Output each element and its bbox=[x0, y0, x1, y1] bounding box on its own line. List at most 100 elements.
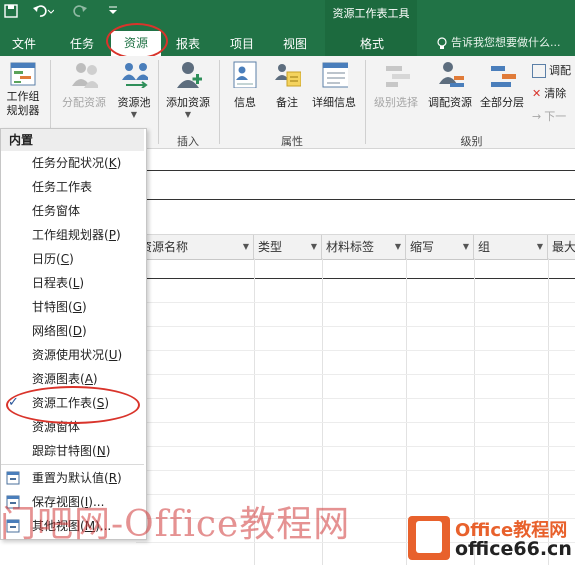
column-header-max[interactable]: 最大 bbox=[548, 235, 575, 259]
column-label: 类型 bbox=[258, 240, 283, 254]
undo-icon[interactable] bbox=[32, 4, 55, 22]
information-button[interactable]: 信息 bbox=[224, 60, 266, 110]
menu-item[interactable]: 任务工作表 bbox=[32, 175, 92, 199]
menu-item-label: 日程表 bbox=[32, 276, 69, 290]
tab-task[interactable]: 任务 bbox=[66, 34, 98, 54]
level-options-label: 调配 bbox=[549, 64, 571, 77]
tab-view[interactable]: 视图 bbox=[279, 34, 311, 54]
clear-leveling-button[interactable]: ✕ 清除 bbox=[532, 85, 566, 101]
menu-item-label: 资源图表 bbox=[32, 372, 81, 386]
clear-leveling-label: 清除 bbox=[544, 87, 567, 100]
add-resources-icon bbox=[177, 62, 202, 88]
menu-item[interactable]: 日历(C) bbox=[32, 247, 74, 271]
team-planner-button[interactable]: 工作组 规划器 bbox=[2, 60, 44, 118]
level-selection-button[interactable]: 级别选择 bbox=[368, 60, 424, 110]
menu-item-label: 任务窗体 bbox=[32, 204, 81, 218]
level-all-icon bbox=[491, 66, 516, 87]
details-icon bbox=[322, 62, 348, 88]
tool-context-title: 资源工作表工具 bbox=[325, 0, 417, 30]
save-icon[interactable] bbox=[4, 4, 18, 22]
add-resources-label: 添加资源 bbox=[166, 96, 210, 109]
menu-item[interactable]: 日程表(L) bbox=[32, 271, 84, 295]
notes-label: 备注 bbox=[276, 96, 298, 109]
menu-separator bbox=[1, 464, 144, 465]
menu-section-header: 内置 bbox=[1, 129, 144, 151]
annotation-circle-item bbox=[6, 386, 140, 424]
group-label-level: 级别 bbox=[460, 135, 483, 148]
assign-resources-icon bbox=[72, 63, 98, 88]
tab-file[interactable]: 文件 bbox=[8, 34, 40, 54]
timescale-line-bottom bbox=[136, 199, 575, 200]
menu-item[interactable]: 甘特图(G) bbox=[32, 295, 87, 319]
chevron-down-icon: ▼ bbox=[462, 242, 469, 251]
menu-item-label: 工作组规划器 bbox=[32, 228, 105, 242]
menu-item[interactable]: 资源使用状况(U) bbox=[32, 343, 122, 367]
level-all-button[interactable]: 全部分层 bbox=[476, 60, 528, 110]
team-planner-icon bbox=[10, 62, 36, 86]
level-resource-button[interactable]: 调配资源 bbox=[424, 60, 476, 110]
lightbulb-icon bbox=[436, 37, 448, 54]
add-resources-button[interactable]: 添加资源 ▼ bbox=[161, 60, 215, 119]
column-header-type[interactable]: 类型 ▼ bbox=[254, 235, 322, 259]
menu-item-accelerator: (K) bbox=[104, 156, 122, 170]
customize-icon[interactable] bbox=[108, 4, 118, 22]
level-resource-label: 调配资源 bbox=[428, 96, 472, 109]
menu-item-accelerator: (G) bbox=[68, 300, 87, 314]
grid-row-line bbox=[136, 374, 575, 375]
team-planner-label: 工作组 规划器 bbox=[6, 90, 40, 117]
tell-me-box[interactable]: 告诉我您想要做什么... bbox=[451, 34, 561, 52]
menu-action[interactable]: 重置为默认值(R) bbox=[32, 466, 122, 490]
clear-icon: ✕ bbox=[532, 87, 542, 100]
grid-header: 资源名称 ▼ 类型 ▼ 材料标签 ▼ 缩写 ▼ 组 ▼ 最大 bbox=[136, 234, 575, 260]
resource-pool-button[interactable]: 资源池 ▼ bbox=[112, 60, 156, 119]
menu-item[interactable]: 任务窗体 bbox=[32, 199, 80, 223]
menu-item[interactable]: 网络图(D) bbox=[32, 319, 87, 343]
menu-item-accelerator: (P) bbox=[104, 228, 121, 242]
column-header-group[interactable]: 组 ▼ bbox=[474, 235, 548, 259]
menu-item-accelerator: (D) bbox=[68, 324, 87, 338]
assign-resources-label: 分配资源 bbox=[62, 96, 106, 109]
information-icon bbox=[233, 61, 257, 88]
logo-url: office66.cn bbox=[455, 538, 572, 560]
office-logo-icon bbox=[408, 516, 450, 560]
grid-row-line bbox=[136, 350, 575, 351]
notes-button[interactable]: 备注 bbox=[266, 60, 308, 110]
chevron-down-icon: ▼ bbox=[184, 110, 192, 119]
tab-project[interactable]: 项目 bbox=[226, 34, 258, 54]
column-header-initials[interactable]: 缩写 ▼ bbox=[406, 235, 474, 259]
next-overallocation-label: 下一 bbox=[544, 110, 567, 123]
column-header-resource-name[interactable]: 资源名称 ▼ bbox=[136, 235, 254, 259]
details-button[interactable]: 详细信息 bbox=[306, 60, 362, 110]
grid-first-row-line bbox=[136, 278, 575, 279]
menu-item-accelerator: (L) bbox=[68, 276, 85, 290]
tab-report[interactable]: 报表 bbox=[172, 34, 204, 54]
resource-pool-icon bbox=[122, 63, 148, 88]
menu-item-label: 日历 bbox=[32, 252, 57, 266]
menu-item-label: 跟踪甘特图 bbox=[32, 444, 93, 458]
assign-resources-button[interactable]: 分配资源 bbox=[56, 60, 112, 110]
ribbon-separator bbox=[158, 60, 159, 144]
grid-row-line bbox=[136, 446, 575, 447]
annotation-circle-tab bbox=[106, 23, 168, 59]
level-selection-icon bbox=[386, 66, 410, 87]
calendar-icon bbox=[532, 64, 546, 78]
tab-format[interactable]: 格式 bbox=[354, 34, 390, 54]
column-label: 资源名称 bbox=[140, 240, 189, 254]
column-header-material-label[interactable]: 材料标签 ▼ bbox=[322, 235, 406, 259]
redo-icon[interactable] bbox=[72, 4, 94, 22]
chevron-down-icon: ▼ bbox=[536, 242, 543, 251]
level-selection-label: 级别选择 bbox=[374, 96, 418, 109]
group-label-insert: 插入 bbox=[177, 135, 199, 148]
menu-item[interactable]: 任务分配状况(K) bbox=[32, 151, 121, 175]
menu-item-accelerator: (U) bbox=[104, 348, 123, 362]
menu-item-label: 任务分配状况 bbox=[32, 156, 105, 170]
ribbon-separator bbox=[219, 60, 220, 144]
menu-item[interactable]: 工作组规划器(P) bbox=[32, 223, 121, 247]
notes-icon bbox=[275, 64, 301, 87]
arrow-right-icon: → bbox=[532, 110, 542, 123]
menu-item[interactable]: 跟踪甘特图(N) bbox=[32, 439, 110, 463]
chevron-down-icon: ▼ bbox=[394, 242, 401, 251]
level-options-button[interactable]: 调配 bbox=[532, 62, 571, 78]
next-overallocation-button[interactable]: → 下一 bbox=[532, 108, 566, 124]
menu-item-accelerator: (N) bbox=[92, 444, 111, 458]
